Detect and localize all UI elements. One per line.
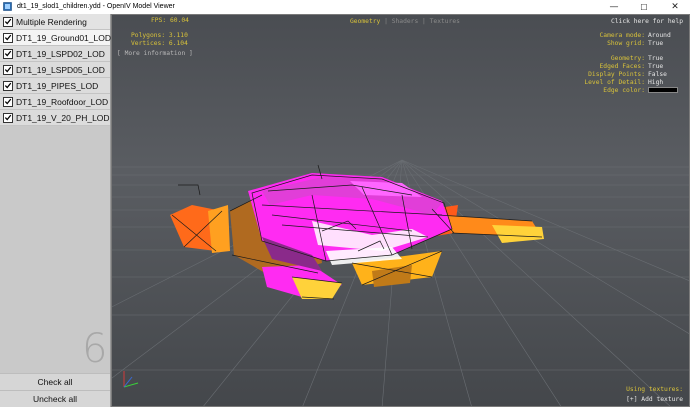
minimize-button[interactable]: — (599, 0, 629, 14)
edge-color-swatch[interactable] (648, 86, 678, 93)
more-information-link[interactable]: [ More information ] (117, 50, 193, 58)
add-texture-button[interactable]: [+] Add texture (626, 396, 683, 404)
display-points-key: Display Points: (588, 70, 645, 78)
viewer-tabs: Geometry | Shaders | Textures (350, 18, 460, 25)
checkbox-checked-icon[interactable] (3, 16, 13, 27)
layer-label: DT1_19_PIPES_LOD (16, 80, 99, 91)
layer-item-lspd02[interactable]: DT1_19_LSPD02_LOD (0, 46, 110, 62)
edged-faces-key: Edged Faces: (599, 63, 646, 71)
checkbox-checked-icon[interactable] (3, 48, 13, 59)
geometry-value[interactable]: True (648, 55, 681, 63)
layer-label: DT1_19_LSPD02_LOD (16, 48, 105, 59)
axis-gizmo (123, 371, 139, 388)
close-button[interactable]: ✕ (660, 0, 690, 14)
help-link[interactable]: Click here for help (611, 18, 683, 26)
tab-separator: | (418, 18, 430, 25)
layer-list: Multiple Rendering DT1_19_Ground01_LOD D… (0, 14, 111, 126)
maximize-button[interactable]: ☐ (629, 0, 659, 14)
title-bar: dt1_19_slod1_children.ydd - OpenIV Model… (0, 0, 690, 14)
layer-item-roofdoor[interactable]: DT1_19_Roofdoor_LOD (0, 94, 110, 110)
geometry-key: Geometry: (610, 55, 645, 63)
check-all-button[interactable]: Check all (0, 373, 110, 390)
tab-shaders[interactable]: Shaders (392, 18, 419, 25)
layer-label: DT1_19_V_20_PH_LOD (16, 112, 110, 123)
multiple-rendering-toggle[interactable]: Multiple Rendering (0, 14, 110, 30)
layer-label: DT1_19_LSPD05_LOD (16, 64, 105, 75)
checkbox-checked-icon[interactable] (3, 32, 13, 43)
layer-item-pipes[interactable]: DT1_19_PIPES_LOD (0, 78, 110, 94)
uncheck-all-button[interactable]: Uncheck all (0, 390, 110, 407)
multiple-rendering-label: Multiple Rendering (16, 16, 87, 27)
checkbox-checked-icon[interactable] (3, 96, 13, 107)
window-title: dt1_19_slod1_children.ydd - OpenIV Model… (17, 3, 175, 10)
vertices-readout: Vertices: 6.104 (131, 40, 188, 47)
polygons-readout: Polygons: 3.110 (131, 32, 188, 39)
show-grid-key: Show grid: (607, 39, 645, 47)
3d-viewport[interactable]: FPS: 60.04 Polygons: 3.110 Vertices: 6.1… (111, 14, 690, 407)
tab-geometry[interactable]: Geometry (350, 18, 380, 25)
edge-color-key: Edge color: (603, 86, 645, 94)
openiv-app-icon (3, 2, 12, 11)
display-points-value[interactable]: False (648, 71, 681, 79)
checkbox-checked-icon[interactable] (3, 64, 13, 75)
checkbox-checked-icon[interactable] (3, 80, 13, 91)
fps-readout: FPS: 60.04 (151, 17, 189, 24)
layer-item-lspd05[interactable]: DT1_19_LSPD05_LOD (0, 62, 110, 78)
layer-sidebar: Multiple Rendering DT1_19_Ground01_LOD D… (0, 14, 111, 407)
layer-label: DT1_19_Ground01_LOD (16, 32, 111, 43)
layer-count: 6 (82, 326, 108, 372)
show-grid-value[interactable]: True (648, 40, 681, 48)
viewer-settings: Camera mode: Around Show grid: True Geomet… (584, 32, 681, 94)
level-of-detail-key: Level of Detail: (584, 78, 645, 86)
tab-textures[interactable]: Textures (430, 18, 460, 25)
layer-item-v20-ph[interactable]: DT1_19_V_20_PH_LOD (0, 110, 110, 126)
openiv-window: dt1_19_slod1_children.ydd - OpenIV Model… (0, 0, 690, 407)
checkbox-checked-icon[interactable] (3, 112, 13, 123)
tab-separator: | (380, 18, 392, 25)
camera-mode-key: Camera mode: (599, 32, 646, 39)
using-textures-label: Using textures: (626, 386, 683, 393)
level-of-detail-value[interactable]: High (648, 79, 681, 87)
layer-label: DT1_19_Roofdoor_LOD (16, 96, 109, 107)
camera-mode-value[interactable]: Around (648, 32, 681, 40)
edged-faces-value[interactable]: True (648, 63, 681, 71)
layer-item-ground01[interactable]: DT1_19_Ground01_LOD (0, 30, 111, 46)
